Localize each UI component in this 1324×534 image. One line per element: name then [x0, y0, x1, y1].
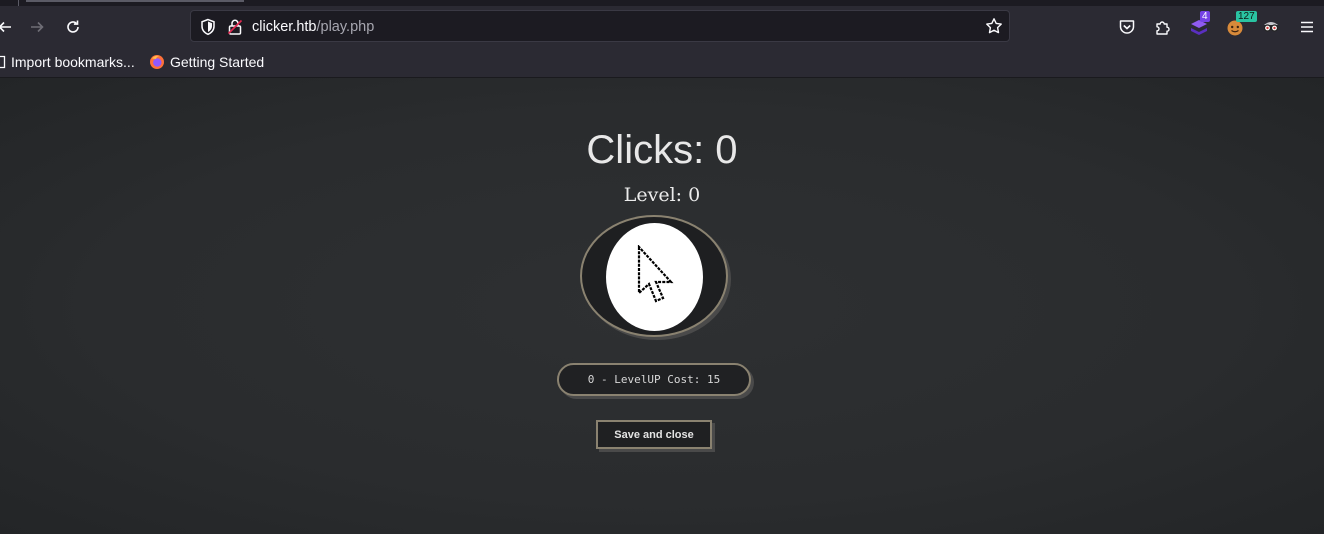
- extension-purple-button[interactable]: 4: [1186, 11, 1212, 40]
- address-bar[interactable]: clicker.htb/play.php: [190, 10, 1010, 42]
- import-file-icon: [0, 55, 6, 69]
- level-display: Level: 0: [623, 184, 701, 206]
- forward-arrow-icon: [31, 21, 44, 33]
- save-and-close-button[interactable]: Save and close: [596, 420, 712, 449]
- app-menu-button[interactable]: [1294, 14, 1320, 40]
- bookmark-getting-started-label: Getting Started: [170, 54, 265, 70]
- insecure-lock-icon[interactable]: [227, 18, 243, 36]
- back-arrow-icon: [0, 21, 11, 33]
- bookmark-import[interactable]: Import bookmarks...: [0, 54, 135, 70]
- extension-spy-button[interactable]: [1258, 14, 1284, 40]
- reload-icon: [67, 20, 79, 33]
- tracking-protection-shield-icon[interactable]: [200, 18, 216, 36]
- url-text[interactable]: clicker.htb/play.php: [252, 18, 374, 36]
- extension-green-badge: 127: [1236, 11, 1257, 22]
- mouse-pointer-icon: [637, 245, 674, 303]
- pocket-button[interactable]: [1114, 14, 1140, 40]
- active-tab-edge[interactable]: [26, 0, 244, 2]
- extensions-button[interactable]: [1150, 14, 1176, 40]
- clicks-counter: Clicks: 0: [586, 128, 738, 172]
- back-button[interactable]: [0, 14, 18, 40]
- firefox-logo-icon: [150, 55, 164, 69]
- extension-purple-badge: 4: [1200, 11, 1210, 22]
- bookmarks-toolbar: Import bookmarks... Getting Started: [0, 46, 1324, 78]
- bookmark-import-label: Import bookmarks...: [11, 54, 135, 70]
- levelup-button[interactable]: 0 - LevelUP Cost: 15: [557, 363, 751, 396]
- click-button[interactable]: [580, 215, 728, 337]
- page-content: Clicks: 0 Level: 0 0 - LevelUP Cost: 15 …: [0, 78, 1324, 534]
- navigation-toolbar: clicker.htb/play.php 4 127: [0, 6, 1324, 46]
- url-host: clicker.htb: [252, 19, 317, 35]
- hamburger-menu-icon: [1301, 21, 1313, 33]
- pocket-icon: [1119, 20, 1135, 34]
- forward-button[interactable]: [24, 14, 50, 40]
- puzzle-piece-icon: [1156, 21, 1170, 35]
- extension-green-button[interactable]: 127: [1222, 11, 1257, 40]
- reload-button[interactable]: [60, 14, 86, 40]
- click-button-face: [606, 223, 703, 331]
- bookmark-getting-started[interactable]: Getting Started: [149, 54, 264, 70]
- extension-spy-icon: [1263, 22, 1279, 32]
- url-path: /play.php: [316, 19, 375, 35]
- bookmark-star-icon[interactable]: [985, 17, 1003, 35]
